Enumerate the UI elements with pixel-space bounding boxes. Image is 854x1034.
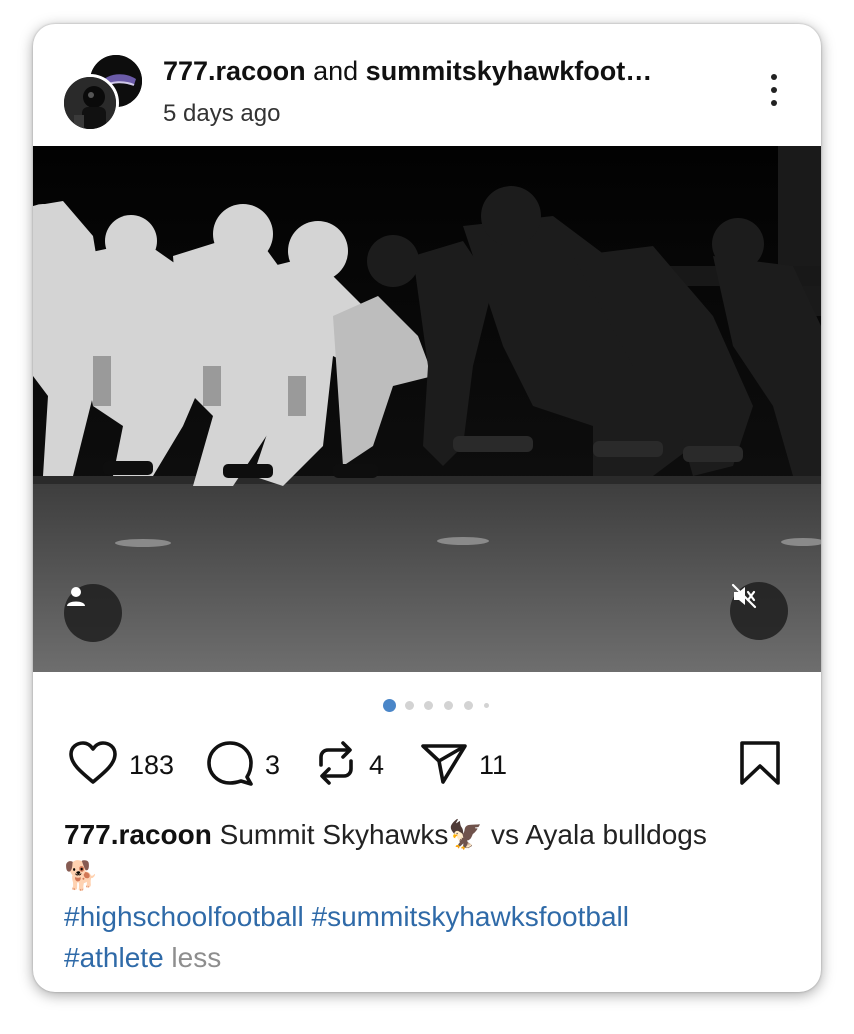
post-time: 5 days ago: [163, 100, 281, 127]
hashtag-link[interactable]: #highschoolfootball: [64, 901, 304, 932]
carousel-indicator: [383, 698, 503, 712]
like-button[interactable]: 183: [67, 740, 174, 790]
more-options-icon[interactable]: [759, 70, 789, 110]
carousel-dot: [405, 701, 414, 710]
post-media[interactable]: [33, 146, 821, 672]
author-primary[interactable]: 777.racoon: [163, 56, 306, 86]
save-button[interactable]: [737, 740, 783, 790]
heart-icon: [67, 740, 119, 791]
share-button[interactable]: 11: [419, 740, 507, 790]
hashtag-link[interactable]: #athlete: [64, 942, 164, 973]
repost-button[interactable]: 4: [313, 740, 384, 790]
send-icon: [419, 740, 469, 791]
post-card: 777.racoon and summitskyhawkfoot… 5 days…: [33, 24, 821, 992]
share-count: 11: [479, 749, 508, 780]
caption-username[interactable]: 777.racoon: [64, 819, 212, 850]
caption-emoji: 🐕: [64, 860, 99, 891]
post-authors[interactable]: 777.racoon and summitskyhawkfoot…: [163, 56, 723, 87]
comment-count: 3: [265, 749, 281, 780]
comment-icon: [205, 739, 255, 792]
repost-icon: [313, 739, 359, 792]
tagged-people-button[interactable]: [64, 584, 122, 642]
carousel-dot: [484, 703, 489, 708]
repost-count: 4: [369, 749, 385, 780]
post-header: 777.racoon and summitskyhawkfoot… 5 days…: [33, 24, 821, 146]
action-bar: 183 3 4 11: [33, 736, 821, 796]
caption-text: Summit Skyhawks🦅 vs Ayala bulldogs: [219, 819, 707, 850]
less-link[interactable]: less: [171, 942, 221, 973]
bookmark-icon: [737, 739, 783, 792]
football-photo: [33, 146, 821, 672]
author-secondary[interactable]: summitskyhawkfoot…: [366, 56, 653, 86]
comment-button[interactable]: 3: [205, 740, 280, 790]
avatar-primary[interactable]: [61, 74, 119, 132]
carousel-dot: [444, 701, 453, 710]
post-caption: 777.racoon Summit Skyhawks🦅 vs Ayala bul…: [64, 814, 794, 978]
carousel-dot-active: [383, 699, 396, 712]
avatar-stack[interactable]: [61, 52, 145, 132]
hashtag-link[interactable]: #summitskyhawksfootball: [312, 901, 629, 932]
author-joiner: and: [313, 56, 359, 86]
mute-button[interactable]: [730, 582, 788, 640]
carousel-dot: [424, 701, 433, 710]
like-count: 183: [129, 749, 175, 780]
carousel-dot: [464, 701, 473, 710]
